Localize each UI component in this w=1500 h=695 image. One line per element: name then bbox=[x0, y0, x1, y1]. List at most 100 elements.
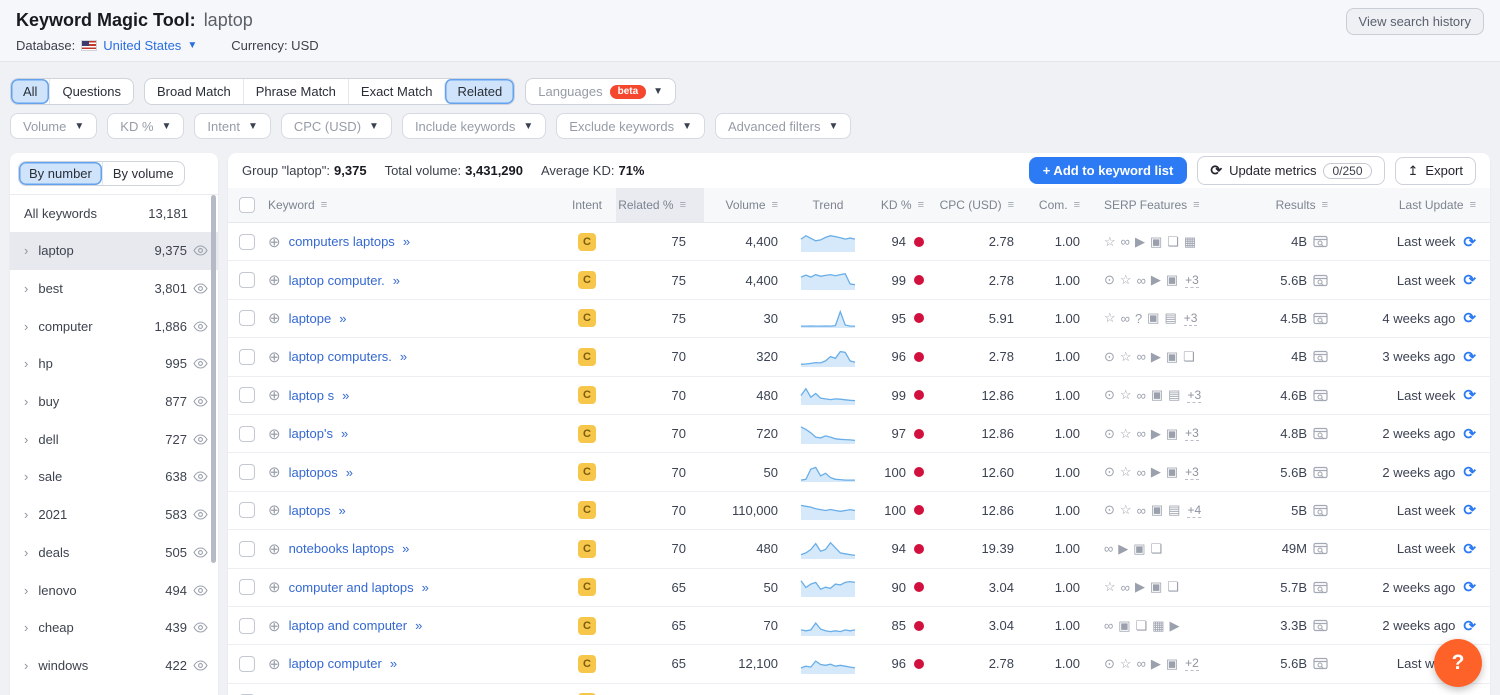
add-keyword-icon[interactable]: ⊕ bbox=[268, 271, 281, 289]
keyword-link[interactable]: laptop and computer bbox=[289, 618, 408, 633]
sort-icon[interactable]: ≡ bbox=[1008, 199, 1014, 211]
column-header-keyword[interactable]: Keyword≡ bbox=[266, 188, 558, 222]
serp-preview-icon[interactable] bbox=[1313, 466, 1328, 479]
serp-more-features[interactable]: +3 bbox=[1185, 273, 1199, 288]
open-keyword-icon[interactable]: » bbox=[393, 273, 400, 288]
open-keyword-icon[interactable]: » bbox=[339, 503, 346, 518]
filter-include-keywords[interactable]: Include keywords▼ bbox=[402, 113, 546, 139]
select-all-checkbox[interactable] bbox=[239, 197, 255, 213]
serp-more-features[interactable]: +2 bbox=[1185, 656, 1199, 671]
languages-dropdown[interactable]: Languages beta ▼ bbox=[525, 78, 676, 105]
open-keyword-icon[interactable]: » bbox=[415, 618, 422, 633]
help-button[interactable]: ? bbox=[1434, 639, 1482, 687]
keyword-link[interactable]: laptop computer bbox=[289, 656, 382, 671]
column-header-last-update[interactable]: Last Update≡ bbox=[1338, 188, 1490, 222]
eye-icon[interactable] bbox=[193, 283, 208, 294]
database-selector[interactable]: United States bbox=[103, 38, 181, 53]
keyword-link[interactable]: computer and laptops bbox=[289, 580, 414, 595]
update-row-icon[interactable]: ⟳ bbox=[1463, 425, 1476, 443]
serp-more-features[interactable]: +3 bbox=[1187, 388, 1201, 403]
sidebar-group-deals[interactable]: ›deals505 bbox=[10, 534, 218, 572]
update-row-icon[interactable]: ⟳ bbox=[1463, 386, 1476, 404]
serp-more-features[interactable]: +4 bbox=[1187, 503, 1201, 518]
eye-icon[interactable] bbox=[193, 585, 208, 596]
open-keyword-icon[interactable]: » bbox=[400, 349, 407, 364]
sort-icon[interactable]: ≡ bbox=[918, 199, 924, 211]
add-keyword-icon[interactable]: ⊕ bbox=[268, 348, 281, 366]
sidebar-scrollbar[interactable] bbox=[211, 195, 216, 563]
eye-icon[interactable] bbox=[193, 245, 208, 256]
eye-icon[interactable] bbox=[193, 396, 208, 407]
update-row-icon[interactable]: ⟳ bbox=[1463, 540, 1476, 558]
open-keyword-icon[interactable]: » bbox=[390, 656, 397, 671]
serp-more-features[interactable]: +3 bbox=[1185, 465, 1199, 480]
serp-preview-icon[interactable] bbox=[1313, 312, 1328, 325]
row-checkbox[interactable] bbox=[239, 618, 255, 634]
sidebar-group-windows[interactable]: ›windows422 bbox=[10, 647, 218, 685]
keyword-link[interactable]: computers laptops bbox=[289, 234, 395, 249]
keyword-link[interactable]: laptop computer. bbox=[289, 273, 385, 288]
filter-advanced-filters[interactable]: Advanced filters▼ bbox=[715, 113, 851, 139]
eye-icon[interactable] bbox=[193, 471, 208, 482]
tab-all[interactable]: All bbox=[11, 79, 49, 104]
view-search-history-button[interactable]: View search history bbox=[1346, 8, 1484, 35]
update-row-icon[interactable]: ⟳ bbox=[1463, 501, 1476, 519]
filter-volume[interactable]: Volume▼ bbox=[10, 113, 97, 139]
eye-icon[interactable] bbox=[193, 358, 208, 369]
row-checkbox[interactable] bbox=[239, 349, 255, 365]
sort-icon[interactable]: ≡ bbox=[1074, 199, 1080, 211]
open-keyword-icon[interactable]: » bbox=[341, 426, 348, 441]
row-checkbox[interactable] bbox=[239, 234, 255, 250]
sidebar-group-best[interactable]: ›best3,801 bbox=[10, 270, 218, 308]
add-keyword-icon[interactable]: ⊕ bbox=[268, 309, 281, 327]
sidebar-group-cheap[interactable]: ›cheap439 bbox=[10, 609, 218, 647]
add-to-keyword-list-button[interactable]: + Add to keyword list bbox=[1029, 157, 1188, 184]
column-header-intent[interactable]: Intent bbox=[558, 188, 616, 222]
sidebar-group-2021[interactable]: ›2021583 bbox=[10, 496, 218, 534]
keyword-link[interactable]: laptope bbox=[289, 311, 332, 326]
sidebar-group-buy[interactable]: ›buy877 bbox=[10, 383, 218, 421]
serp-more-features[interactable]: +3 bbox=[1184, 311, 1198, 326]
update-metrics-button[interactable]: ⟳ Update metrics 0/250 bbox=[1197, 156, 1384, 185]
open-keyword-icon[interactable]: » bbox=[402, 541, 409, 556]
column-header-trend[interactable]: Trend bbox=[792, 188, 864, 222]
row-checkbox[interactable] bbox=[239, 426, 255, 442]
sidebar-toggle-by-volume[interactable]: By volume bbox=[102, 162, 184, 185]
keyword-link[interactable]: laptop's bbox=[289, 426, 333, 441]
keyword-link[interactable]: notebooks laptops bbox=[289, 541, 395, 556]
update-row-icon[interactable]: ⟳ bbox=[1463, 348, 1476, 366]
sidebar-group-top[interactable]: ›top421 bbox=[10, 684, 218, 695]
update-row-icon[interactable]: ⟳ bbox=[1463, 617, 1476, 635]
filter-exclude-keywords[interactable]: Exclude keywords▼ bbox=[556, 113, 705, 139]
sidebar-toggle-by-number[interactable]: By number bbox=[19, 162, 102, 185]
add-keyword-icon[interactable]: ⊕ bbox=[268, 233, 281, 251]
column-header-related-%[interactable]: Related %≡ bbox=[616, 188, 704, 222]
eye-icon[interactable] bbox=[193, 434, 208, 445]
keyword-link[interactable]: laptopos bbox=[289, 465, 338, 480]
row-checkbox[interactable] bbox=[239, 502, 255, 518]
add-keyword-icon[interactable]: ⊕ bbox=[268, 501, 281, 519]
column-header-volume[interactable]: Volume≡ bbox=[704, 188, 792, 222]
serp-preview-icon[interactable] bbox=[1313, 542, 1328, 555]
update-row-icon[interactable]: ⟳ bbox=[1463, 233, 1476, 251]
serp-preview-icon[interactable] bbox=[1313, 427, 1328, 440]
column-header-kd-%[interactable]: KD %≡ bbox=[864, 188, 934, 222]
update-row-icon[interactable]: ⟳ bbox=[1463, 271, 1476, 289]
sort-icon[interactable]: ≡ bbox=[1322, 199, 1328, 211]
serp-preview-icon[interactable] bbox=[1313, 235, 1328, 248]
serp-preview-icon[interactable] bbox=[1313, 657, 1328, 670]
serp-preview-icon[interactable] bbox=[1313, 389, 1328, 402]
add-keyword-icon[interactable]: ⊕ bbox=[268, 540, 281, 558]
open-keyword-icon[interactable]: » bbox=[422, 580, 429, 595]
serp-preview-icon[interactable] bbox=[1313, 619, 1328, 632]
tab-questions[interactable]: Questions bbox=[49, 79, 133, 104]
add-keyword-icon[interactable]: ⊕ bbox=[268, 425, 281, 443]
serp-preview-icon[interactable] bbox=[1313, 504, 1328, 517]
tab-exact-match[interactable]: Exact Match bbox=[348, 79, 445, 104]
open-keyword-icon[interactable]: » bbox=[342, 388, 349, 403]
eye-icon[interactable] bbox=[193, 622, 208, 633]
keyword-link[interactable]: laptop computers. bbox=[289, 349, 392, 364]
column-header-serp-features[interactable]: SERP Features≡ bbox=[1092, 188, 1246, 222]
chevron-down-icon[interactable]: ▼ bbox=[187, 40, 197, 51]
update-row-icon[interactable]: ⟳ bbox=[1463, 309, 1476, 327]
